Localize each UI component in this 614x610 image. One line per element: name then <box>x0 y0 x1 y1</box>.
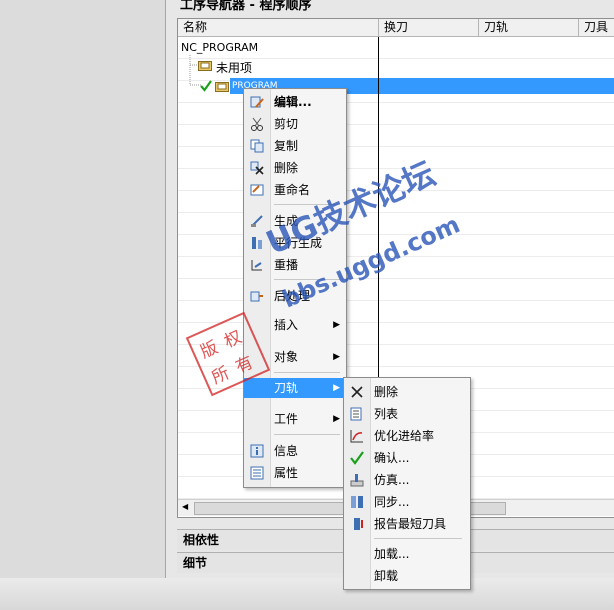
menu-item-label: 仿真... <box>374 473 410 487</box>
menu-item-label: 删除 <box>274 161 299 175</box>
menu-item-label: 复制 <box>274 139 299 153</box>
menu-item-rename[interactable]: 重命名 <box>244 180 346 200</box>
tree-node-unused[interactable]: 未用项 <box>216 59 252 76</box>
context-menu: 编辑... 剪切 复制 删除 重命名 生成 平行生成 重播 后处理 插入 ▶ 对… <box>243 88 347 488</box>
submenu-item-report-shortest-tool[interactable]: 报告最短刀具 <box>344 514 470 534</box>
menu-item-label: 确认... <box>374 451 410 465</box>
column-header-toolpath[interactable]: 刀轨 <box>479 19 579 37</box>
menu-item-workpiece[interactable]: 工件 ▶ <box>244 409 346 429</box>
feedrate-icon <box>350 429 364 443</box>
verify-icon <box>350 451 364 465</box>
menu-item-replay[interactable]: 重播 <box>244 255 346 275</box>
menu-item-delete[interactable]: 删除 <box>244 158 346 178</box>
menu-item-label: 重播 <box>274 258 299 272</box>
rename-icon <box>250 183 264 197</box>
submenu-arrow-icon: ▶ <box>333 414 340 424</box>
tree-node-nc-program[interactable]: NC_PROGRAM <box>181 41 258 54</box>
menu-item-label: 平行生成 <box>274 236 323 250</box>
submenu-item-optimize-feedrate[interactable]: 优化进给率 <box>344 426 470 446</box>
submenu-item-unload[interactable]: 卸载 <box>344 566 470 586</box>
menu-item-object[interactable]: 对象 ▶ <box>244 347 346 367</box>
menu-item-info[interactable]: 信息 <box>244 441 346 461</box>
menu-item-label: 卸载 <box>374 569 399 583</box>
submenu-arrow-icon: ▶ <box>333 320 340 330</box>
menu-item-properties[interactable]: 属性 <box>244 463 346 483</box>
delete-icon <box>250 161 264 175</box>
column-header-name[interactable]: 名称 <box>178 19 379 37</box>
edit-icon <box>250 95 264 109</box>
menu-item-label: 工件 <box>274 412 299 426</box>
menu-item-label: 剪切 <box>274 117 299 131</box>
column-header-tool-change[interactable]: 换刀 <box>379 19 479 37</box>
menu-separator <box>274 279 340 280</box>
menu-item-label: 同步... <box>374 495 410 509</box>
menu-item-insert[interactable]: 插入 ▶ <box>244 315 346 335</box>
menu-item-copy[interactable]: 复制 <box>244 136 346 156</box>
menu-item-label: 插入 <box>274 318 299 332</box>
generate-icon <box>250 214 264 228</box>
postprocess-icon <box>250 289 264 303</box>
menu-separator <box>374 538 462 539</box>
menu-item-label: 编辑... <box>274 95 312 109</box>
replay-icon <box>250 258 264 272</box>
properties-icon <box>250 466 264 480</box>
submenu-item-list[interactable]: 列表 <box>344 404 470 424</box>
menu-item-label: 加载... <box>374 547 410 561</box>
menu-item-generate[interactable]: 生成 <box>244 211 346 231</box>
shortest-tool-icon <box>350 517 364 531</box>
toolpath-submenu: 删除 列表 优化进给率 确认... 仿真... 同步... 报告最短刀具 加载.… <box>343 377 471 590</box>
submenu-arrow-icon: ▶ <box>333 383 340 393</box>
menu-item-postprocess[interactable]: 后处理 <box>244 286 346 306</box>
submenu-item-sync[interactable]: 同步... <box>344 492 470 512</box>
menu-item-label: 报告最短刀具 <box>374 517 447 531</box>
menu-item-label: 后处理 <box>274 289 311 303</box>
toolpath-delete-icon <box>350 385 364 399</box>
menu-item-label: 列表 <box>374 407 399 421</box>
scroll-left-icon[interactable]: ◀ <box>182 502 188 511</box>
sync-icon <box>350 495 364 509</box>
menu-item-label: 优化进给率 <box>374 429 435 443</box>
menu-item-label: 生成 <box>274 214 299 228</box>
simulate-icon <box>350 473 364 487</box>
parallel-generate-icon <box>250 236 264 250</box>
menu-separator <box>274 372 340 373</box>
info-icon <box>250 444 264 458</box>
menu-separator <box>274 204 340 205</box>
menu-item-parallel-generate[interactable]: 平行生成 <box>244 233 346 253</box>
navigator-title: 工序导航器 - 程序顺序 <box>180 0 312 13</box>
menu-item-label: 属性 <box>274 466 299 480</box>
menu-item-label: 刀轨 <box>274 381 299 395</box>
submenu-item-load[interactable]: 加载... <box>344 544 470 564</box>
submenu-arrow-icon: ▶ <box>333 352 340 362</box>
check-icon <box>200 80 212 95</box>
menu-item-label: 对象 <box>274 350 299 364</box>
cut-icon <box>250 117 264 131</box>
menu-item-edit[interactable]: 编辑... <box>244 92 346 112</box>
left-workspace <box>0 0 165 578</box>
submenu-item-delete[interactable]: 删除 <box>344 382 470 402</box>
menu-item-toolpath[interactable]: 刀轨 ▶ <box>244 378 346 398</box>
menu-separator <box>274 434 340 435</box>
group-folder-icon <box>198 59 212 74</box>
submenu-item-simulate[interactable]: 仿真... <box>344 470 470 490</box>
list-icon <box>350 407 364 421</box>
submenu-item-verify[interactable]: 确认... <box>344 448 470 468</box>
menu-item-cut[interactable]: 剪切 <box>244 114 346 134</box>
menu-item-label: 删除 <box>374 385 399 399</box>
copy-icon <box>250 139 264 153</box>
program-folder-icon <box>215 80 229 95</box>
menu-item-label: 信息 <box>274 444 299 458</box>
column-header-tool[interactable]: 刀具 <box>579 19 614 37</box>
menu-item-label: 重命名 <box>274 183 311 197</box>
status-bar <box>0 578 614 610</box>
